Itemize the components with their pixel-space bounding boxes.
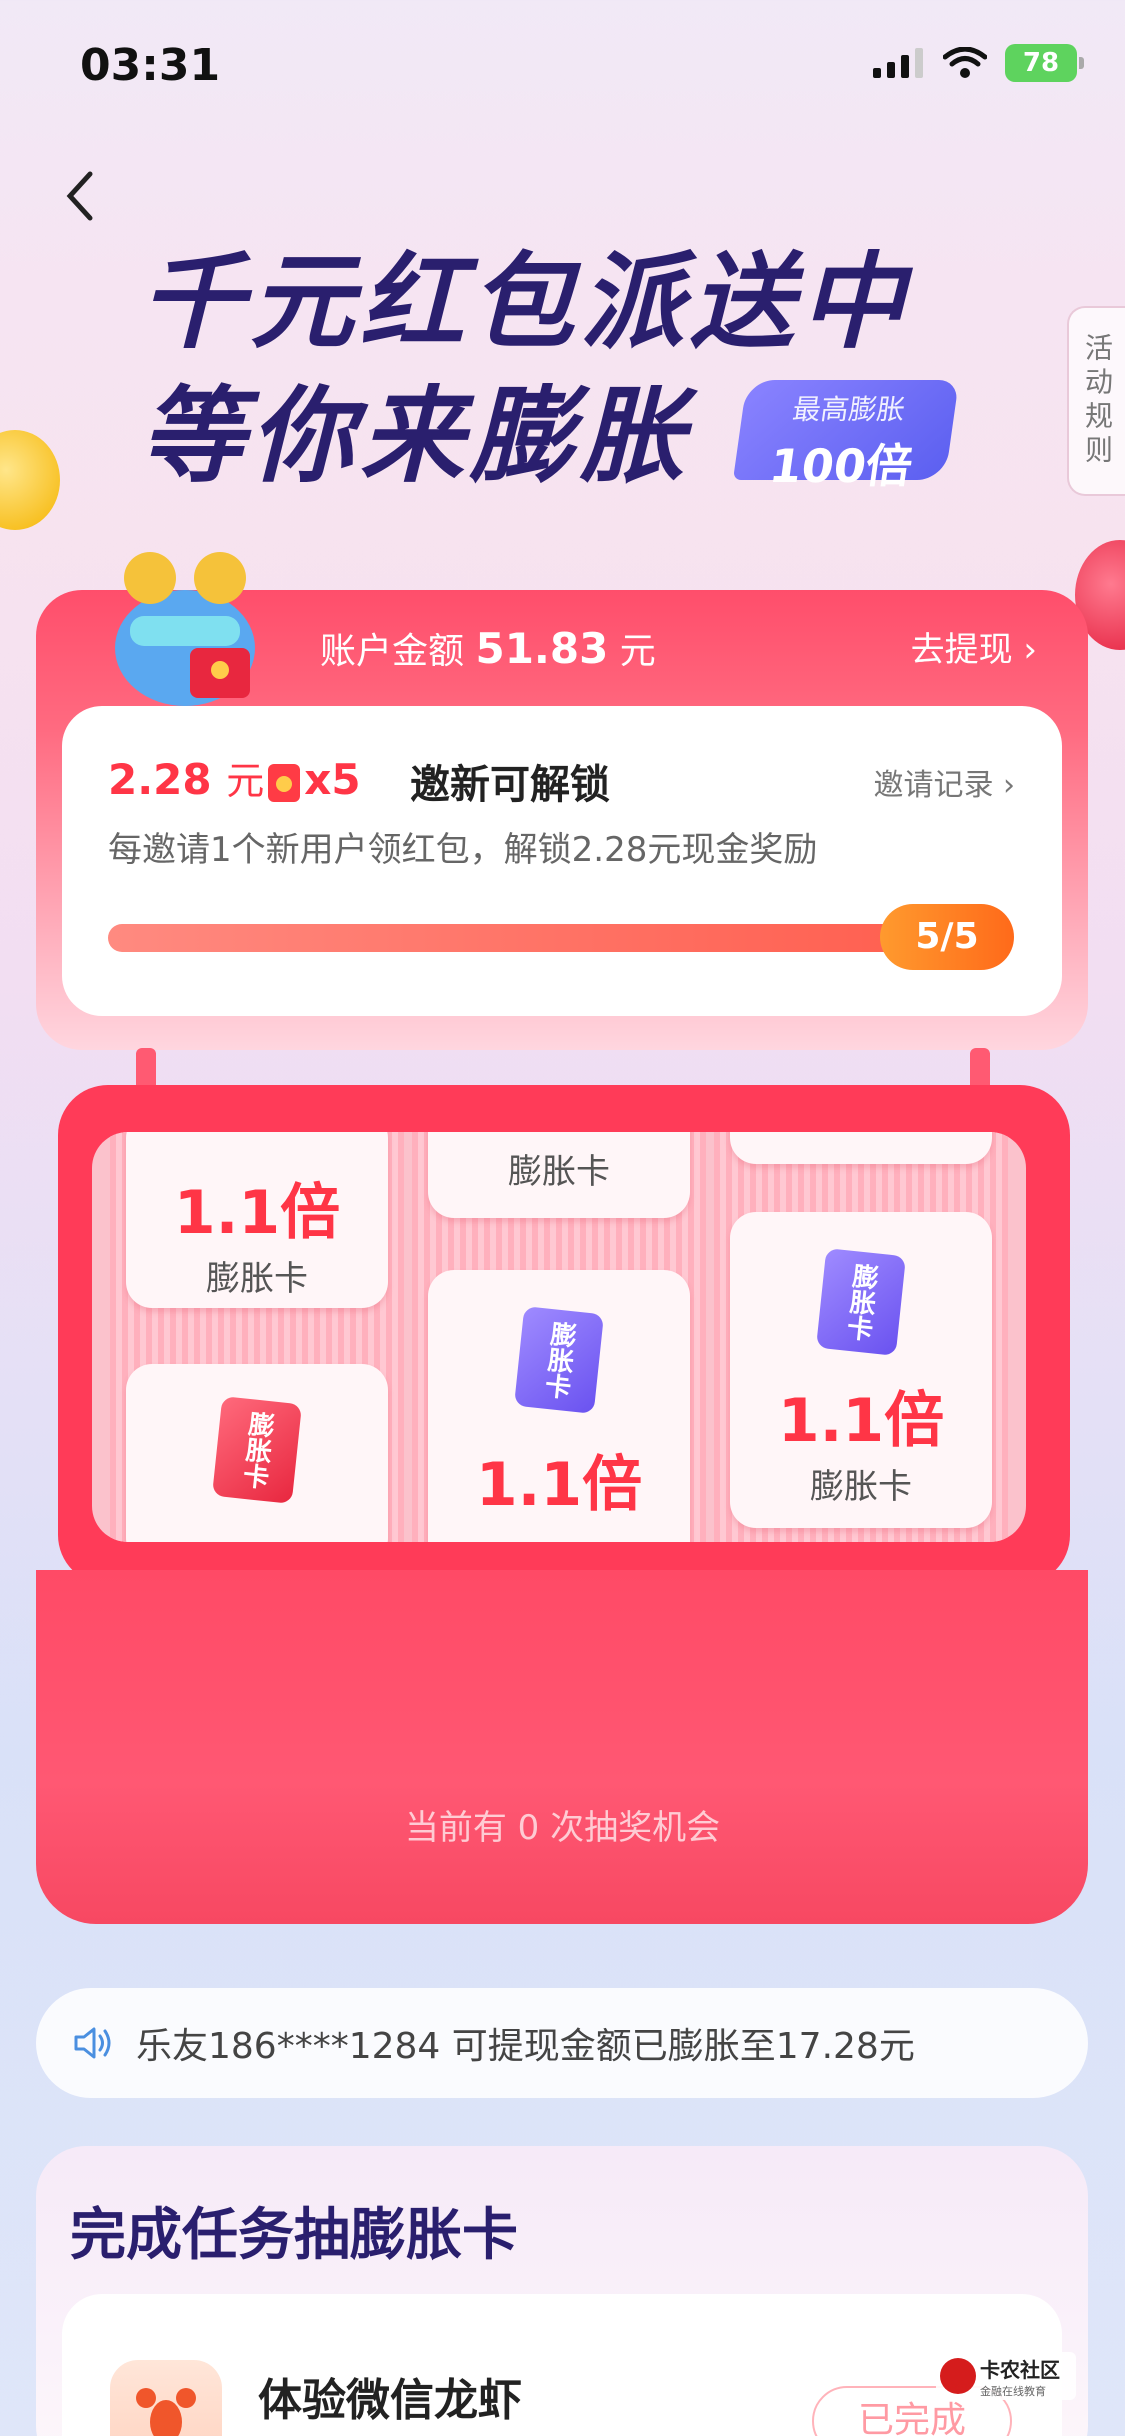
watermark-line-1: 卡农社区 bbox=[980, 2357, 1060, 2382]
headline-line-2: 等你来膨胀 bbox=[140, 375, 691, 497]
lobster-icon bbox=[110, 2360, 222, 2436]
withdraw-link[interactable]: 去提现 › bbox=[911, 622, 1037, 671]
expansion-card: 膨胀卡 1.1倍 膨胀卡 bbox=[730, 1212, 992, 1528]
wifi-icon bbox=[943, 47, 987, 78]
mascot-illustration bbox=[115, 552, 255, 706]
badge-top-text: 最高膨胀 bbox=[790, 393, 908, 426]
expansion-card-ticket-icon: 膨胀卡 bbox=[513, 1306, 605, 1414]
watermark: 卡农社区 金融在线教育 bbox=[936, 2352, 1076, 2400]
winner-ticker: 乐友186****1284 可提现金额已膨胀至17.28元 bbox=[36, 1988, 1088, 2098]
gold-coin-decoration bbox=[0, 430, 60, 530]
badge-bottom-text: 100倍 bbox=[766, 439, 916, 493]
expansion-card-ticket-icon: 膨胀卡 bbox=[211, 1396, 303, 1504]
account-label: 账户金额 bbox=[320, 631, 465, 672]
cellular-signal-icon bbox=[873, 48, 923, 78]
account-balance: 账户金额 51.83 元 bbox=[320, 622, 656, 674]
ticker-text: 乐友186****1284 可提现金额已膨胀至17.28元 bbox=[136, 2026, 915, 2067]
account-amount: 51.83 bbox=[475, 624, 609, 673]
reel-column-2: 膨胀卡 膨胀卡 1.1倍 bbox=[412, 1132, 706, 1542]
card-multiplier: 1.1倍 bbox=[173, 1178, 341, 1248]
headline-line-1: 千元红包派送中 bbox=[140, 241, 911, 363]
watermark-line-2: 金融在线教育 bbox=[980, 2384, 1046, 2398]
account-unit: 元 bbox=[619, 631, 656, 672]
ticket-text: 膨胀卡 bbox=[237, 1409, 276, 1491]
unlock-text: 邀新可解锁 bbox=[410, 762, 610, 808]
max-multiplier-badge: 最高膨胀 100倍 bbox=[732, 380, 960, 493]
expansion-card bbox=[730, 1132, 992, 1164]
reel-column-3: 膨胀卡 1.1倍 膨胀卡 bbox=[714, 1132, 1008, 1542]
watermark-logo-icon bbox=[940, 2358, 976, 2394]
reward-amount: 2.28 bbox=[108, 755, 212, 804]
lottery-machine-base bbox=[36, 1570, 1088, 1924]
expansion-card: 膨胀卡 bbox=[126, 1364, 388, 1542]
reel-column-1: 1.1倍 膨胀卡 膨胀卡 bbox=[110, 1132, 404, 1542]
invite-progress-bar bbox=[108, 924, 988, 952]
expansion-card: 膨胀卡 bbox=[428, 1132, 690, 1218]
back-arrow-icon[interactable] bbox=[60, 168, 100, 224]
activity-rules-tab[interactable]: 活动规则 bbox=[1067, 306, 1125, 496]
draw-chances-text: 当前有 0 次抽奖机会 bbox=[404, 1808, 721, 1848]
task-name: 体验微信龙虾 bbox=[258, 2375, 522, 2426]
battery-indicator: 78 bbox=[1005, 44, 1084, 82]
reward-unit: 元 bbox=[226, 759, 265, 803]
card-label: 膨胀卡 bbox=[206, 1259, 308, 1299]
speaker-icon bbox=[74, 2027, 111, 2059]
expansion-card-ticket-icon: 膨胀卡 bbox=[815, 1248, 907, 1356]
lottery-window: 1.1倍 膨胀卡 膨胀卡 膨胀卡 膨胀卡 1.1倍 膨胀卡 1.1倍 膨胀卡 bbox=[92, 1132, 1026, 1542]
ticket-text: 膨胀卡 bbox=[841, 1261, 880, 1343]
reward-times: x5 bbox=[304, 755, 361, 804]
status-icons: 78 bbox=[873, 44, 1084, 82]
card-multiplier: 1.1倍 bbox=[777, 1386, 945, 1456]
tasks-title: 完成任务抽膨胀卡 bbox=[70, 2203, 518, 2268]
invite-record-link[interactable]: 邀请记录 › bbox=[873, 760, 1015, 804]
invite-description: 每邀请1个新用户领红包，解锁2.28元现金奖励 bbox=[108, 830, 818, 870]
battery-level: 78 bbox=[1022, 48, 1060, 78]
expansion-card: 1.1倍 膨胀卡 bbox=[126, 1132, 388, 1308]
invite-reward: 2.28 元 x5 bbox=[108, 750, 361, 805]
card-label: 膨胀卡 bbox=[810, 1467, 912, 1507]
card-label: 膨胀卡 bbox=[508, 1152, 610, 1192]
red-envelope-icon bbox=[268, 763, 301, 802]
expansion-card: 膨胀卡 1.1倍 bbox=[428, 1270, 690, 1542]
ticket-text: 膨胀卡 bbox=[539, 1319, 578, 1401]
card-multiplier: 1.1倍 bbox=[475, 1450, 643, 1520]
status-time: 03:31 bbox=[80, 40, 221, 91]
invite-progress-label: 5/5 bbox=[880, 904, 1014, 970]
